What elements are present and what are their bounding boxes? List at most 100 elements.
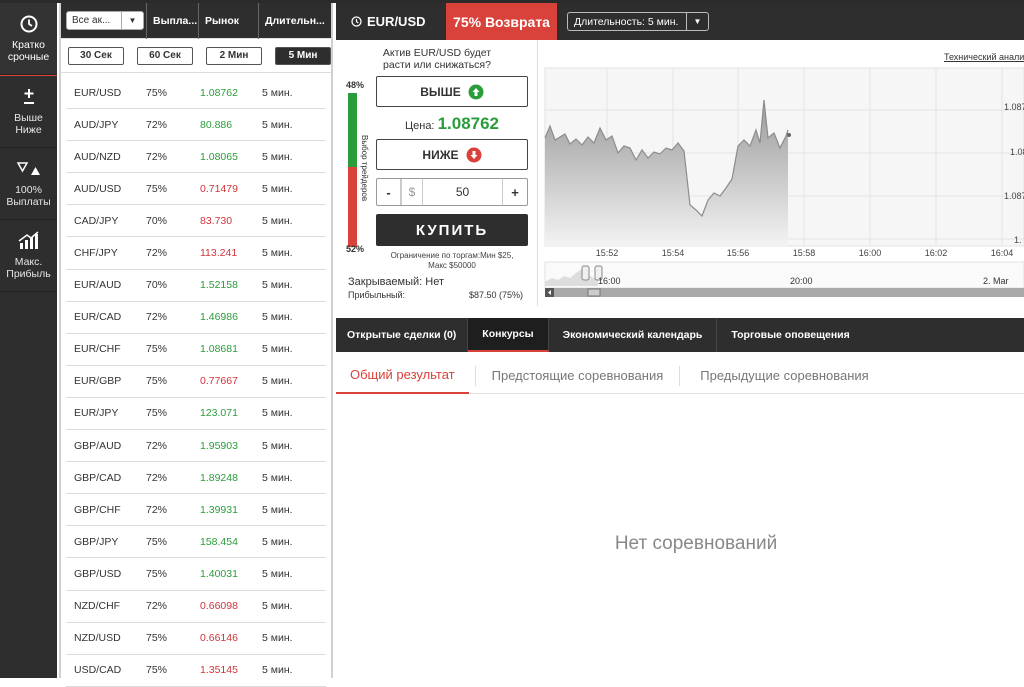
asset-payout: 75% <box>146 182 168 195</box>
arrow-up-icon <box>468 84 484 99</box>
increase-button[interactable]: + <box>503 179 527 205</box>
asset-pair: AUD/NZD <box>74 150 121 163</box>
price-chart[interactable]: Технический анализ 15:52 15:54 15:56 15:… <box>538 40 1024 306</box>
asset-duration: 5 мин. <box>262 535 293 548</box>
lower-button[interactable]: НИЖЕ <box>376 139 528 170</box>
tab-economic-calendar[interactable]: Экономический календарь <box>549 318 718 352</box>
asset-price: 83.730 <box>200 214 233 227</box>
tab-contests[interactable]: Конкурсы <box>468 318 549 352</box>
tab-60-sec[interactable]: 60 Сек <box>137 46 193 65</box>
asset-payout: 72% <box>146 503 168 516</box>
subtab-upcoming[interactable]: Предстоящие соревнования <box>476 358 680 394</box>
subtab-overall[interactable]: Общий результат <box>336 358 469 394</box>
clock-icon <box>351 16 362 27</box>
asset-row[interactable]: GBP/CAD 72% 1.89248 5 мин. <box>66 462 326 495</box>
asset-row[interactable]: EUR/CAD 72% 1.46986 5 мин. <box>66 302 326 334</box>
asset-row[interactable]: NZD/CHF 72% 0.66098 5 мин. <box>66 591 326 623</box>
x-tick: 15:54 <box>662 248 685 258</box>
asset-row[interactable]: GBP/AUD 72% 1.95903 5 мин. <box>66 430 326 463</box>
column-payout[interactable]: Выпла... <box>146 3 197 39</box>
asset-payout: 72% <box>146 439 168 452</box>
asset-row[interactable]: EUR/USD 75% 1.08762 5 мин. <box>66 77 326 110</box>
asset-pair: NZD/USD <box>74 632 121 645</box>
asset-row[interactable]: GBP/CHF 72% 1.39931 5 мин. <box>66 494 326 527</box>
asset-duration: 5 мин. <box>262 343 293 356</box>
asset-payout: 75% <box>146 86 168 99</box>
asset-payout: 75% <box>146 375 168 388</box>
asset-filter-value: Все ак... <box>72 15 111 26</box>
asset-payout: 75% <box>146 567 168 580</box>
plus-minus-icon <box>21 88 37 106</box>
asset-duration: 5 мин. <box>262 118 293 131</box>
sentiment-bar <box>348 93 357 247</box>
asset-pair: GBP/CAD <box>74 471 122 484</box>
asset-pair: USD/CAD <box>74 664 122 677</box>
asset-row[interactable]: USD/CAD 75% 1.35145 5 мин. <box>66 655 326 687</box>
asset-duration: 5 мин. <box>262 471 293 484</box>
asset-row[interactable]: AUD/JPY 72% 80.886 5 мин. <box>66 109 326 142</box>
asset-pair: AUD/JPY <box>74 118 119 131</box>
nav-label: 20:00 <box>790 276 813 286</box>
sidebar-item-short-term[interactable]: Кратко срочные <box>0 3 57 75</box>
asset-price: 158.454 <box>200 535 238 548</box>
asset-payout: 72% <box>146 118 168 131</box>
asset-row[interactable]: CHF/JPY 72% 113.241 5 мин. <box>66 237 326 270</box>
subtab-previous[interactable]: Предыдущие соревнования <box>680 358 888 394</box>
asset-pair: GBP/CHF <box>74 503 121 516</box>
asset-row[interactable]: GBP/JPY 75% 158.454 5 мин. <box>66 526 326 559</box>
nav-label: 16:00 <box>598 276 621 286</box>
asset-price: 0.66098 <box>200 600 238 613</box>
duration-select[interactable]: Длительность: 5 мин. ▼ <box>567 12 709 31</box>
chevron-down-icon: ▼ <box>121 12 143 29</box>
asset-price: 113.241 <box>200 247 238 260</box>
asset-row[interactable]: GBP/USD 75% 1.40031 5 мин. <box>66 558 326 591</box>
asset-duration: 5 мин. <box>262 150 293 163</box>
asset-pair: EUR/JPY <box>74 407 119 420</box>
asset-payout: 72% <box>146 311 168 324</box>
asset-duration: 5 мин. <box>262 182 293 195</box>
asset-pair: EUR/GBP <box>74 375 122 388</box>
asset-price: 1.08065 <box>200 150 238 163</box>
asset-filter-select[interactable]: Все ак... ▼ <box>66 11 144 30</box>
sidebar-item-max-profit[interactable]: Макс. Прибыль <box>0 220 57 292</box>
asset-row[interactable]: AUD/NZD 72% 1.08065 5 мин. <box>66 141 326 174</box>
asset-price: 1.08762 <box>200 86 238 99</box>
asset-row[interactable]: EUR/JPY 75% 123.071 5 мин. <box>66 398 326 431</box>
column-duration[interactable]: Длительн... <box>258 3 331 39</box>
scroll-thumb <box>587 288 601 297</box>
asset-price: 1.46986 <box>200 311 238 324</box>
asset-price: 1.39931 <box>200 503 238 516</box>
asset-payout: 75% <box>146 343 168 356</box>
tab-2-min[interactable]: 2 Мин <box>206 46 262 65</box>
trade-panel: Актив EUR/USD будет расти или снижаться?… <box>336 40 538 306</box>
y-tick: 1.087 <box>1004 102 1024 112</box>
tab-open-trades[interactable]: Открытые сделки (0) <box>336 318 469 352</box>
tab-30-sec[interactable]: 30 Сек <box>68 46 124 65</box>
amount-stepper: - $ 50 + <box>376 178 528 206</box>
tab-5-min[interactable]: 5 Мин <box>275 46 331 65</box>
asset-row[interactable]: EUR/GBP 75% 0.77667 5 мин. <box>66 366 326 398</box>
buy-button[interactable]: КУПИТЬ <box>376 214 528 246</box>
current-price-dot <box>787 133 791 137</box>
tab-trading-alerts[interactable]: Торговые оповещения <box>717 318 863 352</box>
sentiment-bar-up <box>348 93 357 167</box>
chart-growth-icon <box>18 230 40 250</box>
column-market[interactable]: Рынок <box>198 3 258 39</box>
asset-price: 1.95903 <box>200 439 238 452</box>
amount-input[interactable]: 50 <box>423 179 503 205</box>
sidebar-item-high-low[interactable]: Выше Ниже <box>0 76 57 148</box>
return-badge: 75% Возврата <box>446 3 557 40</box>
decrease-button[interactable]: - <box>377 179 401 205</box>
asset-row[interactable]: EUR/AUD 70% 1.52158 5 мин. <box>66 270 326 302</box>
asset-row[interactable]: EUR/CHF 75% 1.08681 5 мин. <box>66 334 326 366</box>
higher-button[interactable]: ВЫШЕ <box>376 76 528 107</box>
asset-payout: 75% <box>146 407 168 420</box>
asset-row[interactable]: AUD/USD 75% 0.71479 5 мин. <box>66 173 326 206</box>
asset-row[interactable]: NZD/USD 75% 0.66146 5 мин. <box>66 623 326 655</box>
sidebar-item-100-payout[interactable]: 100% Выплаты <box>0 148 57 220</box>
asset-duration: 5 мин. <box>262 86 293 99</box>
asset-row[interactable]: CAD/JPY 70% 83.730 5 мин. <box>66 205 326 238</box>
x-tick: 16:04 <box>991 248 1014 258</box>
asset-title: EUR/USD <box>336 3 446 40</box>
x-tick: 16:00 <box>859 248 882 258</box>
